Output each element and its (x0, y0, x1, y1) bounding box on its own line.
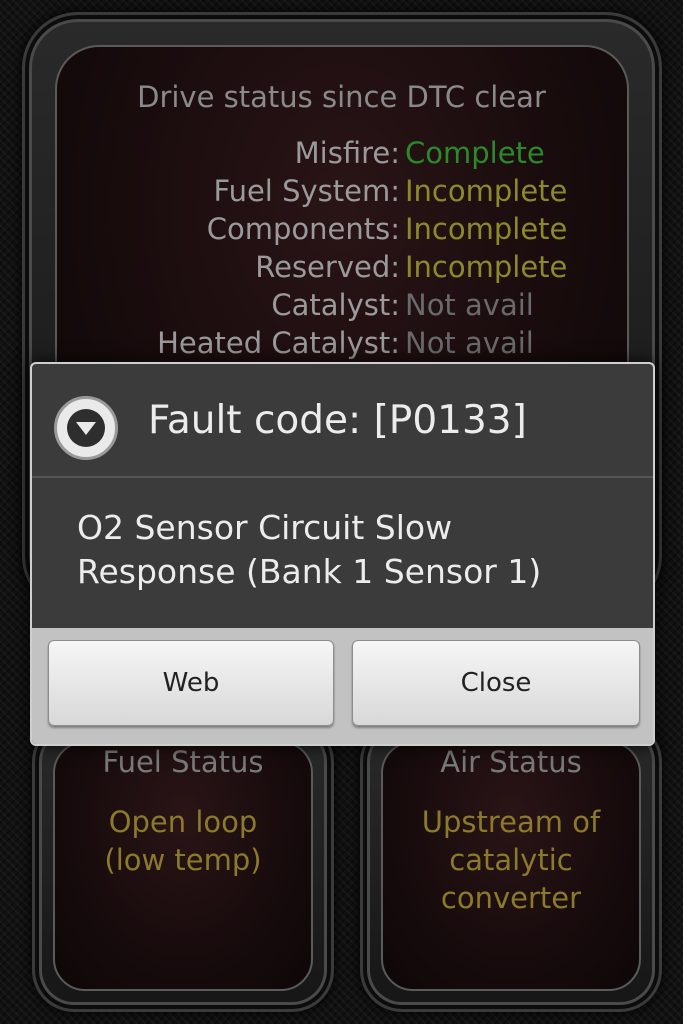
dialog-button-bar: Web Close (32, 628, 653, 744)
dialog-title: Fault code: [P0133] (148, 398, 527, 443)
status-value: Not avail (405, 326, 534, 360)
status-value: Incomplete (405, 250, 568, 284)
fuel-status-title: Fuel Status (102, 745, 264, 779)
fuel-status-line1: Open loop (108, 805, 258, 839)
dialog-message-line1: O2 Sensor Circuit Slow (77, 508, 453, 547)
dialog-message: O2 Sensor Circuit Slow Response (Bank 1 … (77, 506, 617, 594)
dialog-message-line2: Response (Bank 1 Sensor 1) (77, 552, 542, 591)
fuel-status-line2: (low temp) (104, 843, 262, 877)
fault-code-dialog: Fault code: [P0133] O2 Sensor Circuit Sl… (30, 362, 655, 746)
down-triangle-icon (76, 422, 96, 435)
alert-icon-inner (67, 409, 105, 447)
drive-status-title: Drive status since DTC clear (137, 80, 546, 114)
air-status-line1: Upstream of (421, 805, 601, 839)
status-label: Catalyst: (271, 288, 400, 322)
dialog-header: Fault code: [P0133] (32, 364, 653, 478)
close-button[interactable]: Close (352, 640, 640, 726)
alert-down-arrow-icon (54, 396, 118, 460)
air-status-panel: Air Status Upstream of catalytic convert… (360, 720, 662, 1012)
air-status-line3: converter (440, 881, 582, 915)
air-status-title: Air Status (440, 745, 582, 779)
web-button[interactable]: Web (48, 640, 334, 726)
status-row-components: Components: Incomplete (0, 212, 683, 250)
status-label: Reserved: (255, 250, 400, 284)
status-row-heated-catalyst: Heated Catalyst: Not avail (0, 326, 683, 364)
status-value: Incomplete (405, 212, 568, 246)
status-label: Fuel System: (213, 174, 400, 208)
status-row-fuel-system: Fuel System: Incomplete (0, 174, 683, 212)
status-row-catalyst: Catalyst: Not avail (0, 288, 683, 326)
status-label: Components: (206, 212, 400, 246)
status-value: Complete (405, 136, 545, 170)
status-value: Incomplete (405, 174, 568, 208)
air-status-line2: catalytic (449, 843, 573, 877)
status-value: Not avail (405, 288, 534, 322)
status-row-reserved: Reserved: Incomplete (0, 250, 683, 288)
fuel-status-panel: Fuel Status Open loop (low temp) (32, 720, 334, 1012)
status-label: Misfire: (294, 136, 400, 170)
status-row-misfire: Misfire: Complete (0, 136, 683, 174)
status-label: Heated Catalyst: (157, 326, 400, 360)
